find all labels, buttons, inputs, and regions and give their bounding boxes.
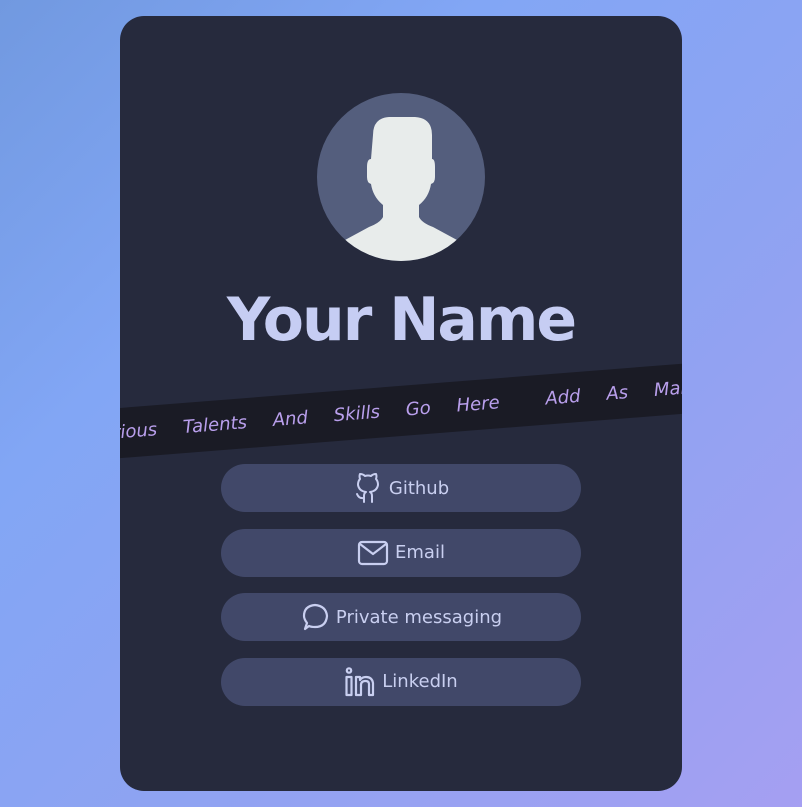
linkedin-button[interactable]: LinkedIn <box>221 657 581 706</box>
ticker-word: Talents <box>182 412 248 439</box>
profile-card: Your Name Various Talents And Skills Go Here A… <box>120 16 682 791</box>
email-label: Email <box>395 542 445 563</box>
github-button[interactable]: Github <box>221 464 581 512</box>
ticker-word: Add <box>544 385 582 410</box>
skills-ticker: VariousTalentsAndSkillsGoHereAddAsManyAs <box>120 360 682 462</box>
ticker-word: Many <box>653 376 682 401</box>
ticker-word: Here <box>455 392 501 417</box>
user-silhouette-icon <box>335 117 467 261</box>
github-label: Github <box>388 477 450 499</box>
github-icon <box>353 472 383 504</box>
private-messaging-button[interactable]: Private messaging <box>221 593 581 641</box>
link-list: Github Email Private messaging LinkedIn <box>221 464 581 722</box>
ticker-word: Skills <box>332 401 381 427</box>
profile-name: Your Name <box>226 285 577 355</box>
ticker-track: VariousTalentsAndSkillsGoHereAddAsManyAs <box>120 361 682 460</box>
ticker-word: As <box>605 382 629 405</box>
ticker-word: And <box>271 407 309 431</box>
private-messaging-label: Private messaging <box>335 606 503 628</box>
linkedin-label: LinkedIn <box>382 671 458 692</box>
mail-icon <box>357 540 389 566</box>
ticker-word: Go <box>404 397 432 421</box>
email-button[interactable]: Email <box>221 528 581 577</box>
avatar <box>317 93 485 261</box>
linkedin-icon <box>344 666 376 697</box>
ticker-word: Various <box>120 419 158 446</box>
chat-bubble-icon <box>300 602 330 632</box>
